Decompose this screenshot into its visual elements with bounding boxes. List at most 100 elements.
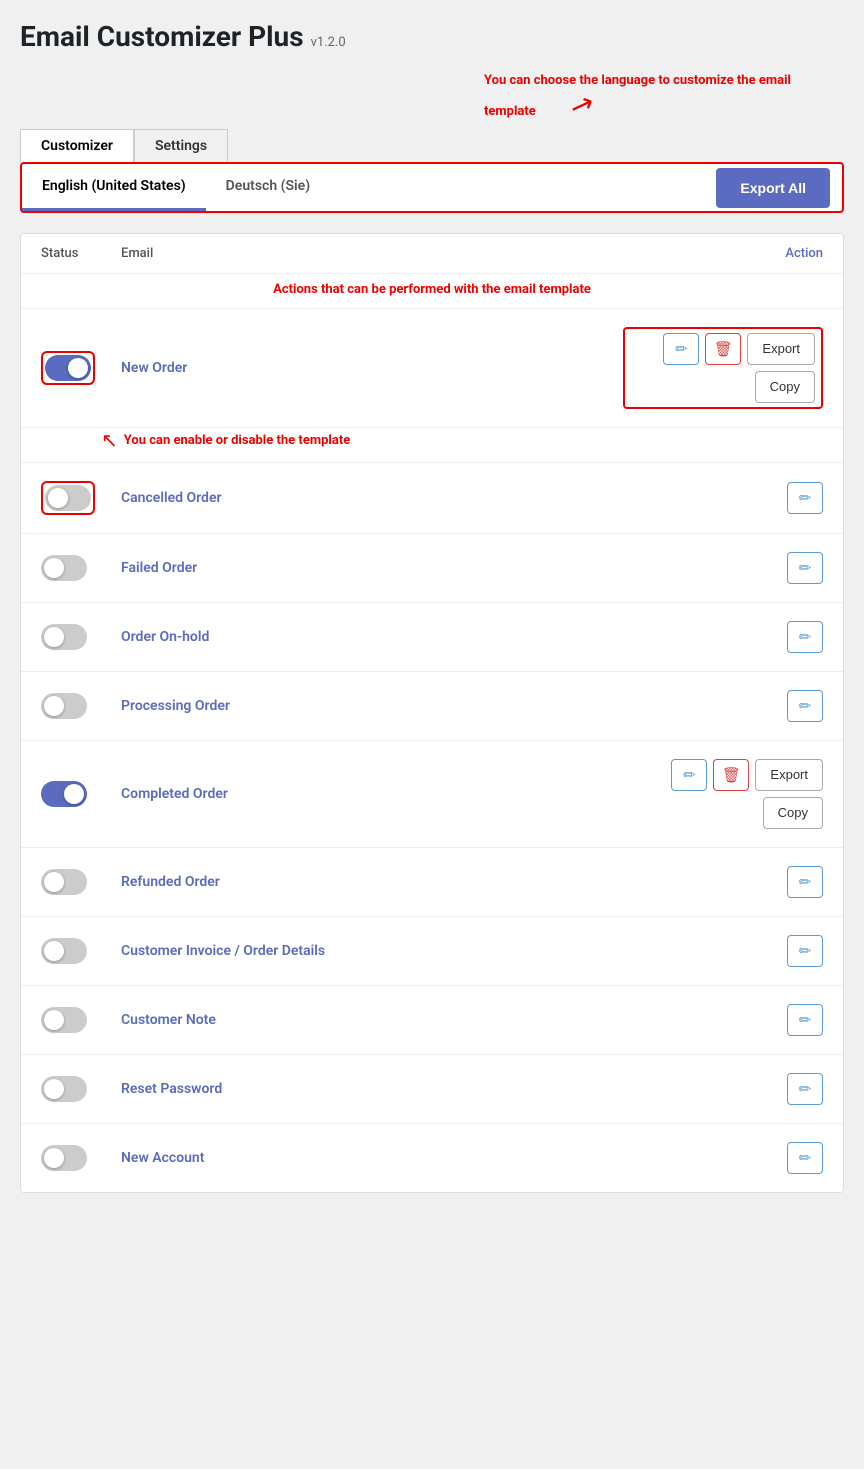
toggle-annotation-row: ↖ You can enable or disable the template <box>21 428 843 463</box>
toggle-track <box>41 1145 87 1171</box>
edit-button-failed-order[interactable]: ✏ <box>787 552 823 584</box>
email-name-order-onhold: Order On-hold <box>121 629 623 645</box>
toggle-processing-order[interactable] <box>41 693 87 719</box>
toggle-thumb <box>44 558 64 578</box>
toggle-col-new-account <box>41 1145 121 1171</box>
email-name-cancelled-order: Cancelled Order <box>121 490 623 506</box>
page-wrapper: Email Customizer Plus v1.2.0 You can cho… <box>20 20 844 1193</box>
language-tabs: English (United States) Deutsch (Sie) <box>22 164 716 211</box>
edit-button-reset-password[interactable]: ✏ <box>787 1073 823 1105</box>
email-name-new-order: New Order <box>121 360 623 376</box>
actions-col-customer-note: ✏ <box>623 1004 823 1036</box>
toggle-customer-note[interactable] <box>41 1007 87 1033</box>
tab-settings[interactable]: Settings <box>134 129 228 162</box>
toggle-track <box>41 869 87 895</box>
email-name-reset-password: Reset Password <box>121 1081 623 1097</box>
toggle-new-order[interactable] <box>45 355 91 381</box>
lang-tab-deutsch[interactable]: Deutsch (Sie) <box>206 164 330 211</box>
header-action: Action <box>623 246 823 261</box>
table-row: Order On-hold ✏ <box>21 603 843 672</box>
email-name-customer-note: Customer Note <box>121 1012 623 1028</box>
delete-button-new-order[interactable]: 🗑 <box>705 333 741 365</box>
toggle-track <box>41 938 87 964</box>
header-status: Status <box>41 246 121 261</box>
toggle-failed-order[interactable] <box>41 555 87 581</box>
edit-button-processing-order[interactable]: ✏ <box>787 690 823 722</box>
toggle-col-new-order <box>41 351 121 385</box>
copy-button-completed-order[interactable]: Copy <box>763 797 823 829</box>
toggle-col-reset-password <box>41 1076 121 1102</box>
email-name-processing-order: Processing Order <box>121 698 623 714</box>
email-name-completed-order: Completed Order <box>121 786 623 802</box>
toggle-track <box>41 624 87 650</box>
table-row: Processing Order ✏ <box>21 672 843 741</box>
toggle-arrow: ↖ <box>101 428 118 452</box>
toggle-cancelled-order[interactable] <box>45 485 91 511</box>
table-row: Customer Invoice / Order Details ✏ <box>21 917 843 986</box>
toggle-thumb <box>44 627 64 647</box>
toggle-annotation-text: You can enable or disable the template <box>124 432 350 450</box>
top-annotation-area: You can choose the language to customize… <box>20 69 844 121</box>
toggle-thumb <box>68 358 88 378</box>
toggle-col-cancelled-order <box>41 481 121 515</box>
table-row: Reset Password ✏ <box>21 1055 843 1124</box>
actions-col-completed-order: ✏ 🗑 Export Copy <box>623 759 823 829</box>
email-name-new-account: New Account <box>121 1150 623 1166</box>
edit-button-new-order[interactable]: ✏ <box>663 333 699 365</box>
edit-button-refunded-order[interactable]: ✏ <box>787 866 823 898</box>
main-tabs: Customizer Settings <box>20 129 844 162</box>
version-badge: v1.2.0 <box>311 35 346 50</box>
email-name-failed-order: Failed Order <box>121 560 623 576</box>
top-annotation-text: You can choose the language to customize… <box>484 73 791 119</box>
toggle-col-order-onhold <box>41 624 121 650</box>
toggle-new-account[interactable] <box>41 1145 87 1171</box>
toggle-track <box>41 781 87 807</box>
export-all-button[interactable]: Export All <box>716 168 830 208</box>
toggle-highlight-new-order <box>41 351 95 385</box>
toggle-col-refunded-order <box>41 869 121 895</box>
toggle-thumb <box>44 1148 64 1168</box>
toggle-track <box>45 355 91 381</box>
toggle-track <box>41 555 87 581</box>
export-button-new-order[interactable]: Export <box>747 333 815 365</box>
edit-button-completed-order[interactable]: ✏ <box>671 759 707 791</box>
edit-button-customer-note[interactable]: ✏ <box>787 1004 823 1036</box>
toggle-refunded-order[interactable] <box>41 869 87 895</box>
toggle-thumb <box>44 1010 64 1030</box>
export-button-completed-order[interactable]: Export <box>755 759 823 791</box>
actions-col-order-onhold: ✏ <box>623 621 823 653</box>
copy-button-new-order[interactable]: Copy <box>755 371 815 403</box>
toggle-track <box>45 485 91 511</box>
toggle-col-completed-order <box>41 781 121 807</box>
edit-button-order-onhold[interactable]: ✏ <box>787 621 823 653</box>
actions-col-customer-invoice: ✏ <box>623 935 823 967</box>
toggle-col-processing-order <box>41 693 121 719</box>
actions-col-failed-order: ✏ <box>623 552 823 584</box>
toggle-annotation-block: ↖ You can enable or disable the template <box>101 432 823 452</box>
toggle-highlight-cancelled-order <box>41 481 95 515</box>
toggle-customer-invoice[interactable] <box>41 938 87 964</box>
edit-button-customer-invoice[interactable]: ✏ <box>787 935 823 967</box>
language-export-row: English (United States) Deutsch (Sie) Ex… <box>20 162 844 213</box>
lang-tab-english[interactable]: English (United States) <box>22 164 206 211</box>
delete-button-completed-order[interactable]: 🗑 <box>713 759 749 791</box>
table-row: Cancelled Order ✏ <box>21 463 843 534</box>
edit-button-new-account[interactable]: ✏ <box>787 1142 823 1174</box>
tab-customizer[interactable]: Customizer <box>20 129 134 162</box>
annotation-arrow-top: ↙ <box>566 89 598 123</box>
table-row: Failed Order ✏ <box>21 534 843 603</box>
email-name-refunded-order: Refunded Order <box>121 874 623 890</box>
toggle-thumb <box>44 1079 64 1099</box>
edit-button-cancelled-order[interactable]: ✏ <box>787 482 823 514</box>
actions-col-new-account: ✏ <box>623 1142 823 1174</box>
toggle-reset-password[interactable] <box>41 1076 87 1102</box>
toggle-thumb <box>64 784 84 804</box>
toggle-track <box>41 693 87 719</box>
table-row: Refunded Order ✏ <box>21 848 843 917</box>
toggle-order-onhold[interactable] <box>41 624 87 650</box>
toggle-thumb <box>44 696 64 716</box>
toggle-completed-order[interactable] <box>41 781 87 807</box>
actions-annotation-area: Actions that can be performed with the e… <box>21 274 843 307</box>
toggle-thumb <box>48 488 68 508</box>
actions-col-cancelled-order: ✏ <box>623 482 823 514</box>
